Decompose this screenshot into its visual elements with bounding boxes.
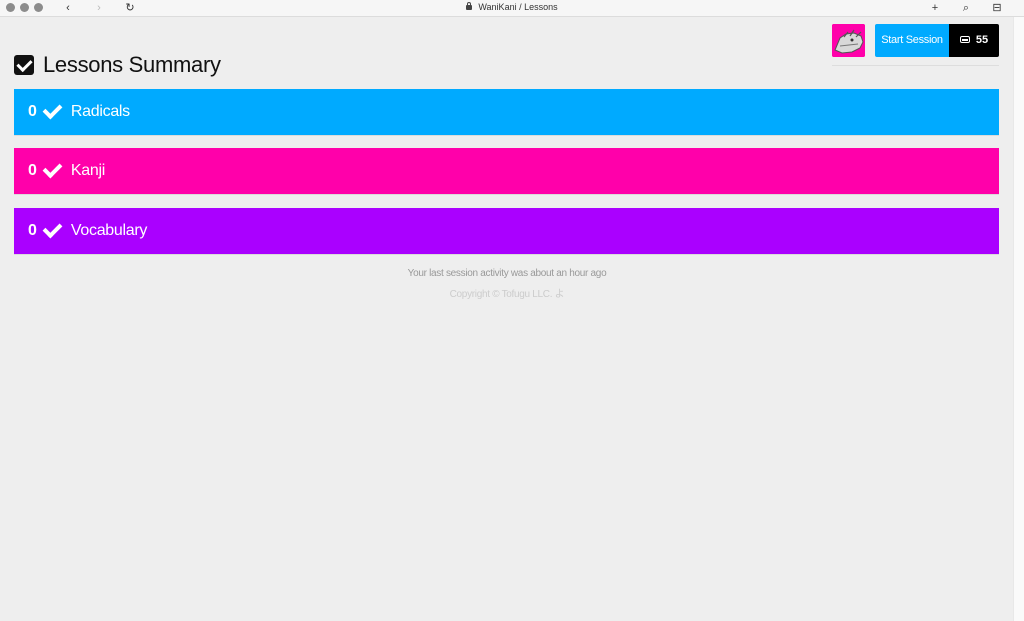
vocabulary-summary-bar[interactable]: 0 Vocabulary — [14, 208, 999, 254]
lock-icon — [466, 2, 473, 10]
page-content: Start Session 55 Lessons Summary 0 Radic… — [0, 17, 1014, 621]
address-text: WaniKani / Lessons — [478, 2, 558, 12]
checkmark-icon — [42, 218, 63, 238]
kanji-label: Kanji — [70, 162, 105, 179]
search-icon[interactable]: ⌕ — [959, 1, 973, 15]
checkmark-icon — [42, 158, 63, 178]
checkmark-icon — [42, 99, 63, 119]
avatar[interactable] — [832, 24, 865, 57]
inbox-count-button[interactable]: 55 — [949, 24, 999, 57]
new-tab-icon[interactable]: + — [928, 1, 942, 15]
last-activity-text: Your last session activity was about an … — [407, 268, 607, 279]
vocabulary-count: 0 — [28, 222, 37, 239]
scrollbar[interactable] — [1013, 17, 1024, 621]
address-bar[interactable]: WaniKani / Lessons — [0, 2, 1024, 12]
vocabulary-label: Vocabulary — [70, 222, 148, 239]
inbox-icon — [959, 36, 970, 43]
inbox-count: 55 — [975, 34, 989, 46]
kanji-count: 0 — [28, 162, 37, 179]
radicals-label: Radicals — [70, 103, 130, 120]
sidebar-icon[interactable]: ⊟ — [990, 1, 1004, 15]
kanji-summary-bar[interactable]: 0 Kanji — [14, 148, 999, 194]
browser-toolbar: ‹ › ↻ WaniKani / Lessons + ⌕ ⊟ — [0, 0, 1024, 17]
header-divider — [832, 65, 999, 66]
copyright-text: Copyright © Tofugu LLC. よ — [449, 289, 565, 300]
page-title: Lessons Summary — [14, 52, 221, 78]
radicals-summary-bar[interactable]: 0 Radicals — [14, 89, 999, 135]
checkbox-checked-icon — [14, 55, 34, 75]
page-title-text: Lessons Summary — [43, 52, 221, 77]
radicals-count: 0 — [28, 103, 37, 120]
crabigator-icon — [832, 24, 865, 57]
start-session-button[interactable]: Start Session — [875, 24, 949, 57]
